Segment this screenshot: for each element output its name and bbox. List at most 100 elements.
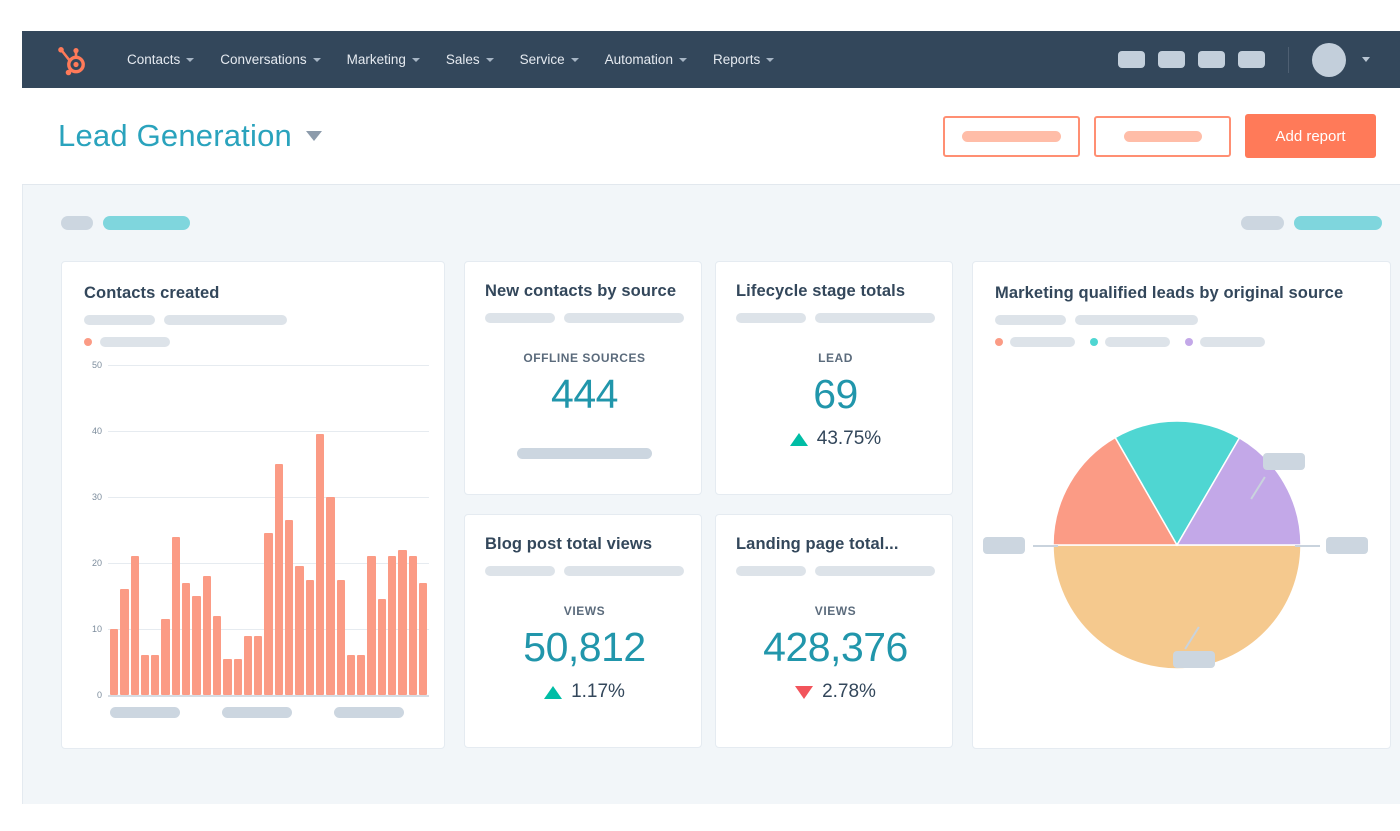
- filter-group-left: [61, 216, 190, 230]
- y-axis-tick-label: 0: [84, 690, 102, 700]
- legend-dot-icon: [84, 338, 92, 346]
- filter-pill-teal[interactable]: [1294, 216, 1382, 230]
- bar-24[interactable]: [347, 655, 355, 695]
- dashboard-content: Contacts created 01020304050: [22, 185, 1400, 804]
- nav-item-sales[interactable]: Sales: [433, 46, 507, 73]
- x-axis-labels-redacted: [110, 707, 424, 718]
- triangle-up-icon: [544, 686, 562, 699]
- filter-pill-grey[interactable]: [61, 216, 93, 230]
- secondary-action-button-1[interactable]: [943, 116, 1080, 157]
- card-title: New contacts by source: [485, 282, 684, 301]
- bar-31[interactable]: [419, 583, 427, 695]
- hubspot-sprocket-logo[interactable]: [54, 43, 88, 77]
- nav-item-marketing[interactable]: Marketing: [334, 46, 433, 73]
- bar-2[interactable]: [120, 589, 128, 695]
- bar-8[interactable]: [182, 583, 190, 695]
- redacted-legend-label: [1010, 337, 1075, 347]
- pie-slice-label-2: [1326, 537, 1368, 554]
- nav-item-label: Reports: [713, 52, 760, 67]
- nav-utility-icon-1[interactable]: [1118, 51, 1145, 68]
- bar-27[interactable]: [378, 599, 386, 695]
- nav-utility-icon-3[interactable]: [1198, 51, 1225, 68]
- kpi-metric-label: VIEWS: [736, 604, 935, 618]
- nav-item-label: Conversations: [220, 52, 306, 67]
- bar-13[interactable]: [234, 659, 242, 695]
- bar-12[interactable]: [223, 659, 231, 695]
- card-mql-by-original-source[interactable]: Marketing qualified leads by original so…: [972, 261, 1391, 749]
- card-lifecycle-stage-totals[interactable]: Lifecycle stage totals LEAD 69 43.75%: [715, 261, 953, 495]
- bar-18[interactable]: [285, 520, 293, 695]
- bar-9[interactable]: [192, 596, 200, 695]
- redacted-bar: [164, 315, 287, 325]
- redacted-bar: [1075, 315, 1198, 325]
- bar-23[interactable]: [337, 580, 345, 696]
- caret-down-icon[interactable]: [306, 131, 322, 141]
- redacted-bar: [815, 313, 935, 323]
- chart-legend: [84, 337, 424, 347]
- avatar[interactable]: [1312, 43, 1346, 77]
- bar-17[interactable]: [275, 464, 283, 695]
- bar-6[interactable]: [161, 619, 169, 695]
- dashboard-page: Contacts Conversations Marketing Sales S…: [0, 0, 1400, 831]
- bar-30[interactable]: [409, 556, 417, 695]
- card-new-contacts-by-source[interactable]: New contacts by source OFFLINE SOURCES 4…: [464, 261, 702, 495]
- card-title: Landing page total...: [736, 535, 935, 554]
- nav-item-reports[interactable]: Reports: [700, 46, 787, 73]
- bar-3[interactable]: [131, 556, 139, 695]
- bar-5[interactable]: [151, 655, 159, 695]
- bar-16[interactable]: [264, 533, 272, 695]
- page-title[interactable]: Lead Generation: [58, 118, 292, 154]
- legend-dot-icon: [1090, 338, 1098, 346]
- card-landing-page-total-views[interactable]: Landing page total... VIEWS 428,376 2.78…: [715, 514, 953, 748]
- bar-4[interactable]: [141, 655, 149, 695]
- chevron-down-icon[interactable]: [1362, 57, 1370, 62]
- pie-slice-label-4: [983, 537, 1025, 554]
- chevron-down-icon: [679, 58, 687, 62]
- chevron-down-icon: [186, 58, 194, 62]
- kpi-metric-value: 69: [736, 371, 935, 418]
- y-axis-tick-label: 50: [84, 360, 102, 370]
- nav-item-automation[interactable]: Automation: [592, 46, 700, 73]
- filter-pill-grey[interactable]: [1241, 216, 1284, 230]
- bar-26[interactable]: [367, 556, 375, 695]
- pie-legend: [995, 337, 1390, 347]
- pie-slice-label-1: [1263, 453, 1305, 470]
- nav-utility-icon-2[interactable]: [1158, 51, 1185, 68]
- chevron-down-icon: [412, 58, 420, 62]
- chevron-down-icon: [766, 58, 774, 62]
- card-blog-post-total-views[interactable]: Blog post total views VIEWS 50,812 1.17%: [464, 514, 702, 748]
- bar-15[interactable]: [254, 636, 262, 695]
- nav-item-conversations[interactable]: Conversations: [207, 46, 333, 73]
- bar-14[interactable]: [244, 636, 252, 695]
- bar-19[interactable]: [295, 566, 303, 695]
- add-report-button[interactable]: Add report: [1245, 114, 1376, 158]
- bar-20[interactable]: [306, 580, 314, 696]
- bar-11[interactable]: [213, 616, 221, 695]
- nav-item-contacts[interactable]: Contacts: [114, 46, 207, 73]
- bar-1[interactable]: [110, 629, 118, 695]
- top-navigation-bar: Contacts Conversations Marketing Sales S…: [22, 31, 1400, 88]
- redacted-bar: [485, 566, 555, 576]
- card-contacts-created[interactable]: Contacts created 01020304050: [61, 261, 445, 749]
- bar-22[interactable]: [326, 497, 334, 695]
- card-subtitle-redacted: [84, 315, 424, 325]
- bar-chart: 01020304050: [84, 365, 429, 695]
- y-axis-tick-label: 30: [84, 492, 102, 502]
- dashboard-header: Lead Generation Add report: [22, 88, 1400, 185]
- bar-28[interactable]: [388, 556, 396, 695]
- bar-25[interactable]: [357, 655, 365, 695]
- kpi-metric-value: 50,812: [485, 624, 684, 671]
- legend-entry-1: [995, 337, 1075, 347]
- nav-utility-group: [1118, 43, 1370, 77]
- bar-7[interactable]: [172, 537, 180, 695]
- nav-utility-icon-4[interactable]: [1238, 51, 1265, 68]
- redacted-label: [1124, 131, 1202, 142]
- card-subtitle-redacted: [736, 313, 935, 323]
- bar-21[interactable]: [316, 434, 324, 695]
- bar-29[interactable]: [398, 550, 406, 695]
- filter-pill-teal[interactable]: [103, 216, 190, 230]
- nav-item-service[interactable]: Service: [507, 46, 592, 73]
- kpi-delta-value: 2.78%: [822, 681, 876, 703]
- bar-10[interactable]: [203, 576, 211, 695]
- secondary-action-button-2[interactable]: [1094, 116, 1231, 157]
